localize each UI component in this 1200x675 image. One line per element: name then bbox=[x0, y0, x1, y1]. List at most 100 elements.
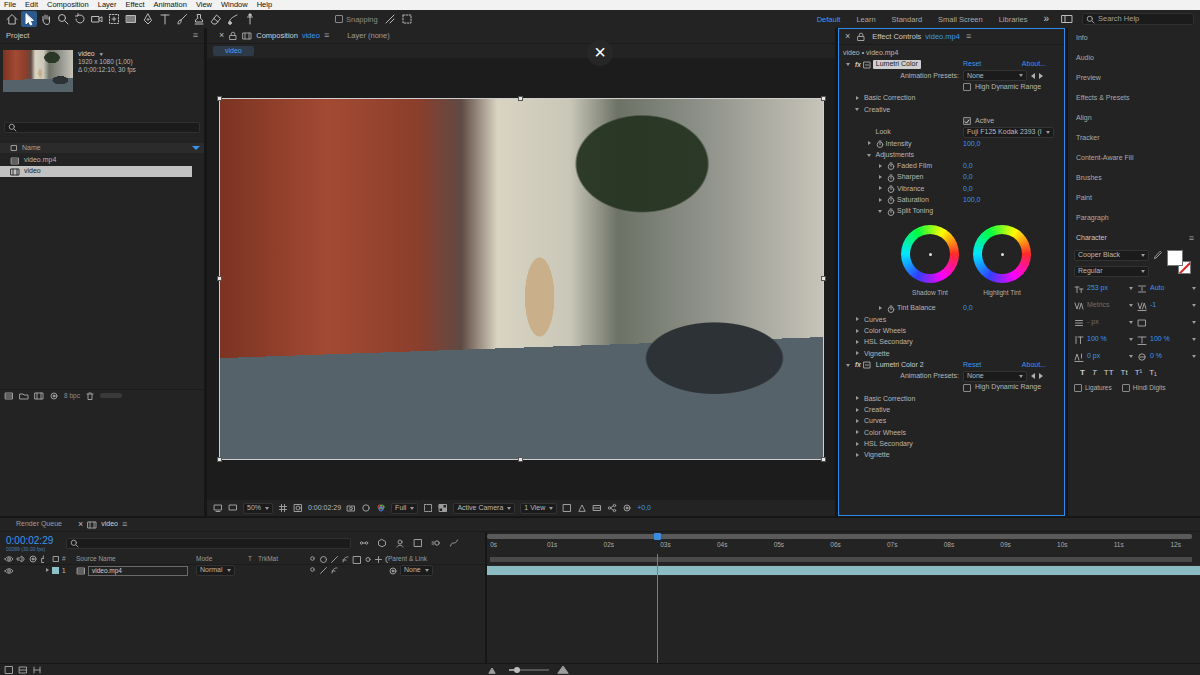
disclosure-triangle-icon[interactable] bbox=[877, 305, 885, 313]
previous-preset-icon[interactable] bbox=[1031, 73, 1035, 79]
zoom-tool-icon[interactable] bbox=[55, 11, 71, 27]
workspace-tab[interactable]: Learn bbox=[856, 15, 875, 24]
workspace-tab[interactable]: Libraries bbox=[999, 15, 1028, 24]
group-label[interactable]: Basic Correction bbox=[864, 395, 915, 403]
disclosure-triangle-icon[interactable] bbox=[854, 327, 862, 335]
project-item[interactable]: video.mp4 bbox=[0, 155, 204, 166]
disclosure-triangle-icon[interactable] bbox=[854, 106, 862, 114]
disclosure-triangle-icon[interactable] bbox=[877, 162, 885, 170]
panel-tab[interactable]: Paragraph bbox=[1068, 208, 1200, 228]
group-label[interactable]: HSL Secondary bbox=[864, 440, 913, 448]
about-button[interactable]: About... bbox=[1022, 60, 1046, 68]
interpret-footage-icon[interactable] bbox=[4, 391, 14, 401]
snap-features-icon[interactable] bbox=[399, 11, 415, 27]
quality-switch-icon[interactable] bbox=[319, 566, 328, 575]
toggle-pixel-aspect-icon[interactable] bbox=[562, 503, 572, 513]
property-value[interactable]: 100,0 bbox=[963, 140, 981, 148]
menu-item[interactable]: Layer bbox=[98, 0, 117, 10]
frame-blending-icon[interactable] bbox=[413, 538, 423, 548]
panel-tab[interactable]: Audio bbox=[1068, 48, 1200, 68]
camera-dropdown[interactable]: Active Camera bbox=[453, 503, 515, 514]
disclosure-triangle-icon[interactable] bbox=[866, 140, 874, 148]
in-out-icon[interactable] bbox=[32, 665, 42, 675]
tracking-field[interactable]: -1 bbox=[1137, 300, 1196, 311]
group-label[interactable]: Color Wheels bbox=[864, 327, 906, 335]
disclosure-triangle-icon[interactable] bbox=[44, 567, 52, 575]
group-label[interactable]: Color Wheels bbox=[864, 429, 906, 437]
new-composition-icon[interactable] bbox=[34, 391, 44, 401]
project-item[interactable]: video bbox=[0, 166, 192, 177]
disclosure-triangle-icon[interactable] bbox=[854, 406, 862, 414]
draft-3d-icon[interactable] bbox=[377, 538, 387, 548]
hue-ring[interactable] bbox=[901, 225, 959, 283]
project-search-input[interactable] bbox=[20, 123, 196, 133]
rectangle-tool-icon[interactable] bbox=[123, 11, 139, 27]
reset-button[interactable]: Reset bbox=[963, 361, 981, 369]
next-preset-icon[interactable] bbox=[1039, 73, 1043, 79]
column-header-label[interactable]: Parent & Link bbox=[388, 555, 427, 563]
close-overlay-button[interactable]: × bbox=[587, 40, 613, 66]
font-style-dropdown[interactable]: Regular bbox=[1074, 266, 1149, 277]
panel-tab[interactable]: Layer (none) bbox=[341, 28, 396, 44]
baseline-shift-field[interactable]: 0 px bbox=[1074, 351, 1133, 362]
column-header-label[interactable]: TrkMat bbox=[258, 555, 278, 563]
font-size-field[interactable]: 253 px bbox=[1074, 283, 1133, 294]
wheel-center-dot[interactable] bbox=[929, 253, 932, 256]
solo-toggle-icon[interactable] bbox=[28, 554, 38, 564]
property-value[interactable]: 100,0 bbox=[963, 196, 981, 204]
font-family-dropdown[interactable]: Cooper Black bbox=[1074, 250, 1149, 261]
hue-ring[interactable] bbox=[973, 225, 1031, 283]
presets-dropdown[interactable]: None bbox=[963, 70, 1027, 81]
leading-field[interactable]: Auto bbox=[1137, 283, 1196, 294]
lock-icon[interactable] bbox=[856, 32, 866, 42]
column-header-label[interactable]: # bbox=[62, 555, 66, 563]
snap-edges-icon[interactable] bbox=[382, 11, 398, 27]
more-workspaces-button[interactable]: » bbox=[1043, 14, 1049, 24]
stopwatch-icon[interactable] bbox=[887, 185, 895, 193]
hdr-checkbox[interactable] bbox=[963, 83, 971, 91]
menu-item[interactable]: Edit bbox=[25, 0, 38, 10]
effect-name[interactable]: Lumetri Color bbox=[873, 60, 921, 68]
panel-tab[interactable]: Brushes bbox=[1068, 168, 1200, 188]
text-style-button[interactable]: Tt bbox=[1121, 368, 1128, 378]
property-value[interactable]: 0,0 bbox=[963, 304, 973, 312]
help-search[interactable] bbox=[1082, 13, 1194, 25]
text-style-button[interactable]: T bbox=[1092, 368, 1097, 378]
layer-name[interactable]: video.mp4 bbox=[88, 566, 188, 576]
layer-search[interactable] bbox=[66, 538, 351, 549]
disclosure-triangle-icon[interactable] bbox=[854, 350, 862, 358]
effect-switch-icon[interactable] bbox=[330, 566, 339, 575]
presets-dropdown[interactable]: None bbox=[963, 371, 1027, 382]
wheel-center-dot[interactable] bbox=[1001, 253, 1004, 256]
playhead-handle[interactable] bbox=[654, 533, 661, 540]
group-label[interactable]: Curves bbox=[864, 316, 886, 324]
disclosure-triangle-icon[interactable] bbox=[866, 151, 874, 159]
time-zoom-fill[interactable] bbox=[509, 669, 517, 671]
color-wheel[interactable]: Highlight Tint bbox=[973, 225, 1031, 297]
layer-row[interactable]: 1video.mp4NormalNone bbox=[0, 565, 485, 576]
stopwatch-icon[interactable] bbox=[876, 140, 884, 148]
stopwatch-icon[interactable] bbox=[887, 162, 895, 170]
zoom-out-icon[interactable] bbox=[487, 665, 497, 675]
project-item-name[interactable]: video bbox=[24, 167, 41, 175]
timeline-icon[interactable] bbox=[592, 503, 602, 513]
delete-icon[interactable] bbox=[85, 391, 95, 401]
panel-title[interactable]: Project bbox=[6, 31, 29, 40]
thumbnail-size-slider[interactable] bbox=[100, 393, 122, 398]
snapping-toggle[interactable]: Snapping bbox=[335, 15, 378, 24]
close-tab-button[interactable]: × bbox=[78, 519, 83, 530]
menu-item[interactable]: Composition bbox=[47, 0, 89, 10]
disclosure-triangle-icon[interactable] bbox=[854, 429, 862, 437]
disclosure-triangle-icon[interactable] bbox=[845, 361, 853, 369]
disclosure-triangle-icon[interactable] bbox=[854, 440, 862, 448]
brush-tool-icon[interactable] bbox=[174, 11, 190, 27]
work-area-bar[interactable] bbox=[490, 557, 1192, 562]
audio-toggle-icon[interactable] bbox=[16, 554, 26, 564]
project-item-name[interactable]: video.mp4 bbox=[24, 156, 56, 164]
layer-duration-bar[interactable] bbox=[487, 566, 1200, 575]
layer-switches-icon[interactable] bbox=[4, 665, 14, 675]
transfer-controls-icon[interactable] bbox=[18, 665, 28, 675]
close-tab-button[interactable]: × bbox=[219, 30, 224, 41]
character-option[interactable]: Ligatures bbox=[1074, 384, 1112, 392]
group-label[interactable]: Split Toning bbox=[897, 207, 933, 215]
